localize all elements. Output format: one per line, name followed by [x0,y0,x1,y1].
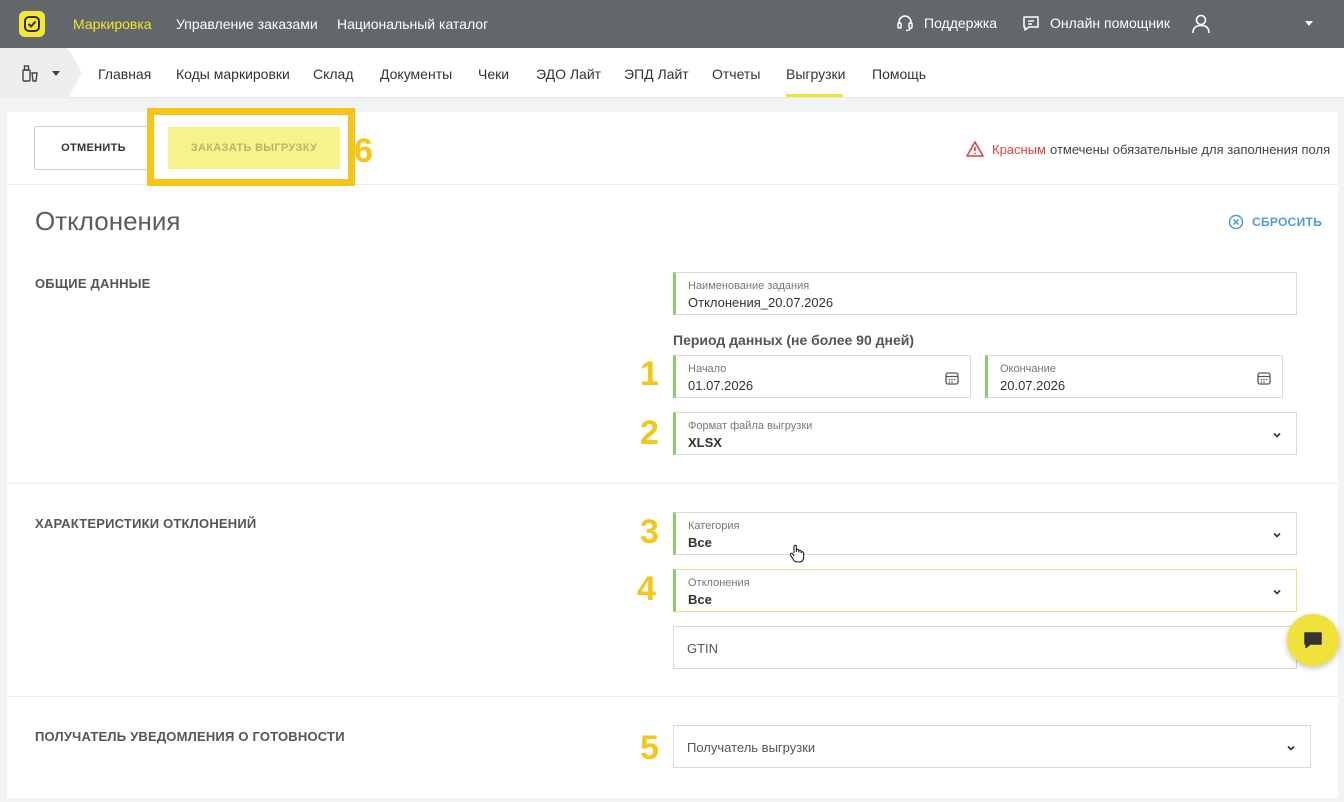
step-marker-6: 6 [354,132,373,170]
chat-icon [1304,632,1322,649]
section-general-label: ОБЩИЕ ДАННЫЕ [35,276,151,291]
task-name-label: Наименование задания [688,280,810,292]
divider [7,696,1338,697]
chat-bubble-icon [1023,16,1039,31]
section-recipient-label: ПОЛУЧАТЕЛЬ УВЕДОМЛЕНИЯ О ГОТОВНОСТИ [35,729,345,744]
page-title: Отклонения [35,206,181,236]
tab-epd-lite[interactable]: ЭПД Лайт [624,66,689,82]
gtin-input[interactable]: GTIN [673,626,1297,669]
task-name-value: Отклонения_20.07.2026 [688,295,834,310]
topnav-national-catalog[interactable]: Национальный каталог [337,16,488,32]
product-group-selector[interactable] [0,48,82,98]
category-value: Все [688,535,712,550]
chevron-down-icon [1287,745,1295,751]
file-format-value: XLSX [688,435,722,450]
step-marker-5: 5 [640,729,659,767]
chat-button[interactable] [1287,614,1339,666]
user-menu-caret-icon[interactable] [1305,21,1313,26]
category-select[interactable]: Категория Все [673,512,1297,555]
category-label: Категория [688,520,740,532]
reset-label: СБРОСИТЬ [1252,215,1323,229]
tab-documents[interactable]: Документы [380,66,452,82]
online-assistant-label: Онлайн помощник [1050,15,1170,31]
support-link[interactable]: Поддержка [896,14,997,32]
section-nav: Главная Коды маркировки Склад Документы … [0,48,1344,98]
headset-icon [897,15,913,32]
tab-home[interactable]: Главная [98,66,151,82]
period-label: Период данных (не более 90 дней) [673,332,915,348]
support-label: Поддержка [924,15,998,31]
warning-icon [966,141,984,157]
gtin-placeholder: GTIN [687,641,719,656]
tab-help[interactable]: Помощь [872,66,926,82]
topnav-markirovka[interactable]: Маркировка [73,16,152,32]
chevron-down-icon [52,71,60,76]
file-format-select[interactable]: Формат файла выгрузки XLSX [673,412,1297,455]
step-marker-1: 1 [640,355,659,393]
divider [7,483,1338,484]
topnav-order-management[interactable]: Управление заказами [176,16,318,32]
start-date-label: Начало [688,363,727,375]
deviations-select[interactable]: Отклонения Все [673,569,1297,612]
logo[interactable] [19,11,45,37]
calendar-icon[interactable] [944,370,960,386]
end-date-value: 20.07.2026 [1000,378,1066,393]
active-tab-underline [786,94,843,97]
chevron-down-icon [1273,589,1281,595]
start-date-value: 01.07.2026 [688,378,754,393]
tab-reports[interactable]: Отчеты [712,66,760,82]
start-date-field[interactable]: Начало 01.07.2026 [673,355,971,398]
step-marker-4: 4 [637,570,656,608]
reset-button[interactable]: СБРОСИТЬ [1228,214,1322,230]
step-marker-2: 2 [640,414,659,452]
logo-icon [24,16,40,32]
user-icon[interactable] [1190,13,1212,35]
chevron-down-icon [1273,532,1281,538]
order-export-button[interactable]: ЗАКАЗАТЬ ВЫГРУЗКУ [168,127,340,169]
calendar-icon[interactable] [1256,370,1272,386]
cancel-button[interactable]: ОТМЕНИТЬ [34,126,153,170]
tab-edo-lite[interactable]: ЭДО Лайт [536,66,601,82]
top-bar: Маркировка Управление заказами Националь… [0,0,1344,48]
end-date-field[interactable]: Окончание 20.07.2026 [985,355,1283,398]
file-format-label: Формат файла выгрузки [688,420,813,432]
tab-marking-codes[interactable]: Коды маркировки [176,66,290,82]
product-group-icon [22,65,38,82]
deviations-label: Отклонения [688,577,750,589]
section-characteristics-label: ХАРАКТЕРИСТИКИ ОТКЛОНЕНИЙ [35,516,257,531]
task-name-field[interactable]: Наименование задания Отклонения_20.07.20… [673,272,1297,315]
step-marker-3: 3 [640,513,659,551]
tab-receipts[interactable]: Чеки [478,66,509,82]
recipient-select[interactable]: Получатель выгрузки [673,725,1311,768]
recipient-placeholder: Получатель выгрузки [687,740,816,755]
tab-exports[interactable]: Выгрузки [786,66,846,82]
close-circle-icon [1228,214,1244,230]
required-fields-note: Красным отмечены обязательные для заполн… [966,141,1330,157]
required-note-text: отмечены обязательные для заполнения пол… [1050,141,1331,157]
online-assistant-link[interactable]: Онлайн помощник [1022,14,1170,32]
required-red-word: Красным [992,141,1046,157]
end-date-label: Окончание [1000,363,1056,375]
tab-warehouse[interactable]: Склад [313,66,354,82]
deviations-value: Все [688,592,712,607]
chevron-down-icon [1273,432,1281,438]
hand-cursor-icon [789,544,805,563]
